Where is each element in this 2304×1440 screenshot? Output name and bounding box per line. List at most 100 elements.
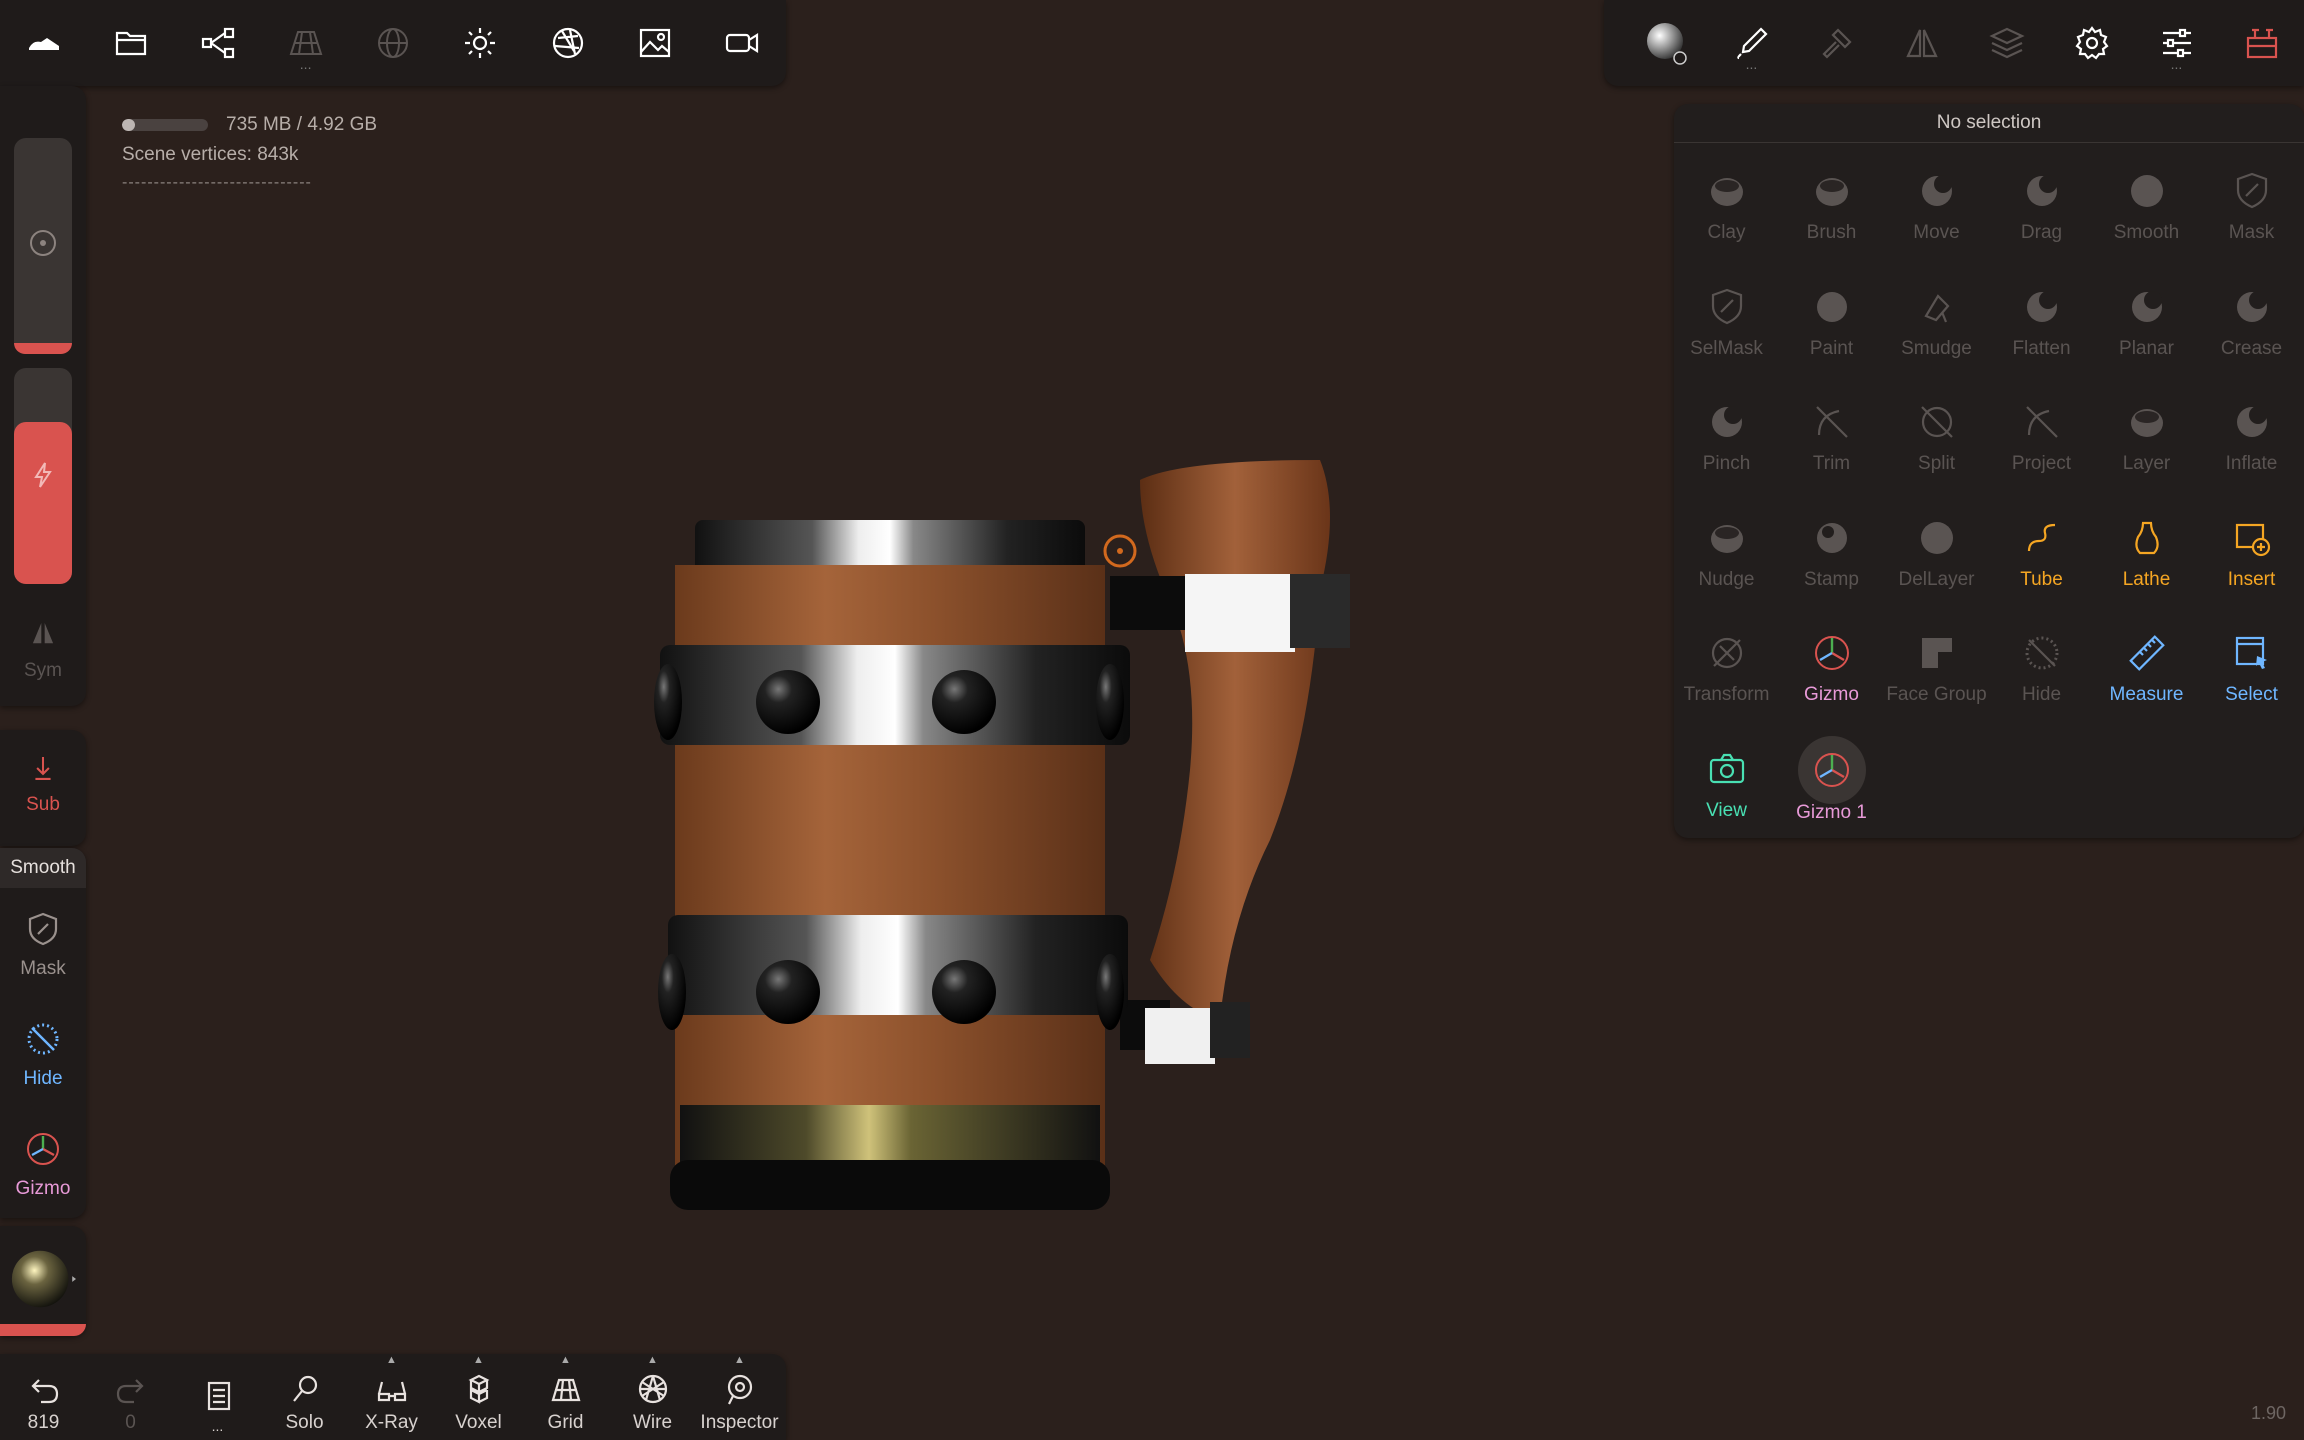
selmask-icon [1704,284,1750,330]
tool-smudge[interactable]: Smudge [1884,266,1989,382]
sliders-button[interactable]: ... [2134,0,2219,86]
tool-split[interactable]: Split [1884,381,1989,497]
radius-slider[interactable] [14,138,72,354]
bottom-inspector-button[interactable]: ▲ Inspector [696,1354,783,1440]
tool-view[interactable]: View [1674,728,1779,844]
tool-tube[interactable]: Tube [1989,497,2094,613]
gizmo-button[interactable]: Gizmo [0,1130,86,1200]
tool-move[interactable]: Move [1884,150,1989,266]
search-icon [292,1375,317,1402]
tool-project[interactable]: Project [1989,381,2094,497]
layers-button[interactable] [1964,0,2049,86]
camera-settings-button[interactable] [524,0,611,86]
radius-slider-fill [14,343,72,354]
intensity-slider[interactable] [14,368,72,584]
tool-label: Gizmo 1 [1796,801,1867,823]
lighting-button[interactable] [437,0,524,86]
scene-button[interactable] [175,0,262,86]
tool-pinch[interactable]: Pinch [1674,381,1779,497]
topology-button[interactable]: ... [262,0,349,86]
smooth-label: Smooth [10,857,76,878]
smooth-icon [2124,168,2170,214]
tool-gizmo[interactable]: Gizmo [1779,612,1884,728]
hammer-button[interactable] [1794,0,1879,86]
sym-button[interactable]: Sym [0,618,86,682]
video-camera-icon [726,33,759,53]
mesh-button[interactable] [349,0,436,86]
left-sidebar-sub: Sub [0,730,86,846]
tool-nudge[interactable]: Nudge [1674,497,1779,613]
scene-graph-icon [202,27,235,59]
smooth-button[interactable]: Smooth [0,848,86,888]
bottom-voxel-button[interactable]: ▲ Voxel [435,1354,522,1440]
tool-planar[interactable]: Planar [2094,266,2199,382]
tool-gizmo-1[interactable]: Gizmo 1 [1779,728,1884,844]
tool-selmask[interactable]: SelMask [1674,266,1779,382]
tool-label: Inflate [2225,453,2278,474]
bottom-undo-button[interactable]: 819 [0,1354,87,1440]
tool-face-group[interactable]: Face Group [1884,612,1989,728]
tool-layer[interactable]: Layer [2094,381,2199,497]
bottom-wireframe-button[interactable]: ▲ Wire [609,1354,696,1440]
tool-measure[interactable]: Measure [2094,612,2199,728]
material-button[interactable] [1624,0,1709,86]
tool-smooth[interactable]: Smooth [2094,150,2199,266]
tool-trim[interactable]: Trim [1779,381,1884,497]
tool-label: Clay [1707,222,1746,243]
brush-icon [1809,168,1855,214]
settings-button[interactable] [2049,0,2134,86]
tool-dellayer[interactable]: DelLayer [1884,497,1989,613]
scene-tools-button[interactable] [2219,0,2304,86]
brush-settings-button[interactable]: ... [1709,0,1794,86]
bottom-search-button[interactable]: Solo [261,1354,348,1440]
top-left-toolbar: ... [0,0,786,86]
background-button[interactable] [611,0,698,86]
home-button[interactable] [0,0,87,86]
tool-drag[interactable]: Drag [1989,150,2094,266]
sub-label: Sub [26,794,60,815]
tool-label: Tube [2020,568,2063,590]
light-icon [465,28,496,58]
tool-inflate[interactable]: Inflate [2199,381,2304,497]
bottom-redo-button[interactable]: 0 [87,1354,174,1440]
bottom-grid-button[interactable]: ▲ Grid [522,1354,609,1440]
viewport-3d-mug[interactable] [620,440,1380,1240]
bottom-notebook-button[interactable]: ... [174,1354,261,1440]
symmetry-button[interactable] [1879,0,1964,86]
scene-stats: 735 MB / 4.92 GB Scene vertices: 843k --… [122,110,377,192]
stamp-icon [1809,515,1855,561]
tool-flatten[interactable]: Flatten [1989,266,2094,382]
tool-clay[interactable]: Clay [1674,150,1779,266]
bottom-button-label: 819 [27,1412,60,1433]
tool-transform[interactable]: Transform [1674,612,1779,728]
tool-hide[interactable]: Hide [1989,612,2094,728]
tool-stamp[interactable]: Stamp [1779,497,1884,613]
lightning-icon [34,462,52,488]
tool-insert[interactable]: Insert [2199,497,2304,613]
record-button[interactable] [699,0,786,86]
tool-brush[interactable]: Brush [1779,150,1884,266]
nudge-icon [1704,515,1750,561]
tool-lathe[interactable]: Lathe [2094,497,2199,613]
bottom-button-label: Voxel [455,1412,502,1433]
sub-button[interactable]: Sub [0,752,86,816]
material-preview-button[interactable] [10,1246,76,1312]
material-indicator [0,1324,86,1336]
tool-label: Nudge [1698,568,1755,590]
tool-crease[interactable]: Crease [2199,266,2304,382]
tool-paint[interactable]: Paint [1779,266,1884,382]
tool-label: View [1706,799,1747,821]
clay-icon [1704,168,1750,214]
bottom-button-label: 0 [125,1412,136,1433]
tool-select[interactable]: Select [2199,612,2304,728]
tool-mask[interactable]: Mask [2199,150,2304,266]
bottom-glasses-button[interactable]: ▲ X-Ray [348,1354,435,1440]
scene-tools-icon [2246,28,2277,59]
hide-button[interactable]: Hide [0,1020,86,1090]
bottom-button-label: Wire [632,1412,673,1433]
bottom-button-label: X-Ray [365,1412,418,1433]
files-button[interactable] [87,0,174,86]
mask-button[interactable]: Mask [0,910,86,980]
tool-label: Crease [2220,337,2283,359]
aperture-icon [552,27,583,59]
